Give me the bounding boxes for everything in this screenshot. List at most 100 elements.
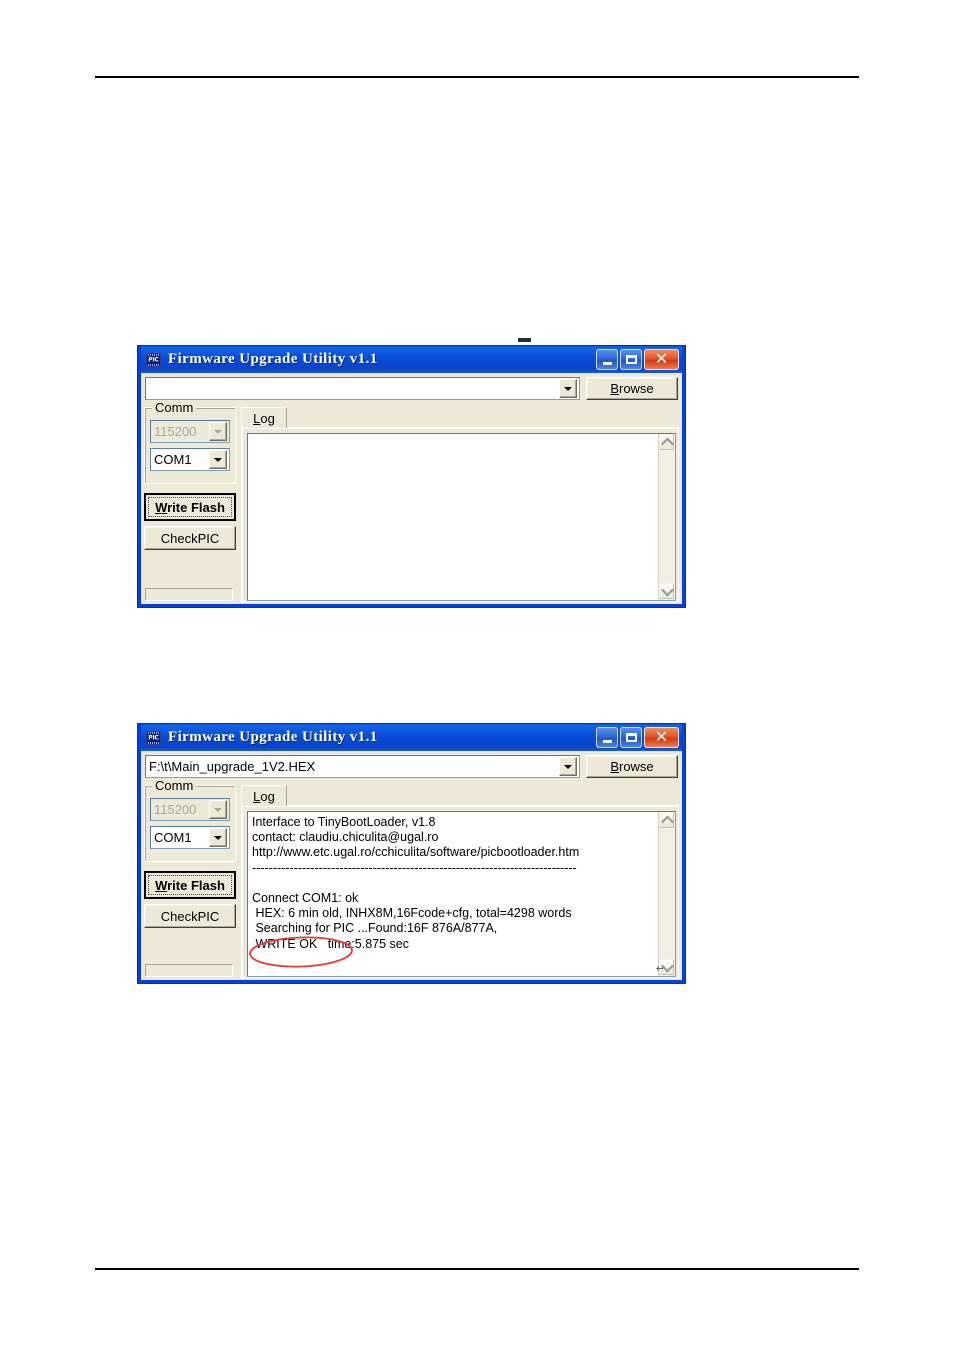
title-bar[interactable]: PIC Firmware Upgrade Utility v1.1 ✕ bbox=[141, 346, 682, 373]
close-button[interactable]: ✕ bbox=[644, 727, 679, 748]
comport-value: COM1 bbox=[154, 830, 192, 845]
comport-value: COM1 bbox=[154, 452, 192, 467]
progress-bar bbox=[145, 588, 233, 601]
left-control-column: Comm 115200 COM1 Write Flash CheckPIC bbox=[144, 779, 236, 978]
checkpic-button-label: CheckPIC bbox=[160, 530, 220, 546]
minimize-button[interactable] bbox=[596, 349, 618, 370]
baudrate-value: 115200 bbox=[154, 802, 197, 817]
log-panel: Log bbox=[241, 407, 679, 602]
close-icon: ✕ bbox=[654, 348, 669, 368]
chevron-up-icon bbox=[660, 437, 674, 451]
chevron-down-icon bbox=[214, 835, 222, 840]
progress-bar bbox=[145, 964, 233, 977]
firmware-upgrade-window-after[interactable]: PIC Firmware Upgrade Utility v1.1 ✕ F:\t… bbox=[137, 723, 686, 984]
title-bar-buttons: ✕ bbox=[596, 349, 680, 370]
comm-groupbox-title: Comm bbox=[152, 401, 197, 414]
log-text bbox=[248, 434, 658, 600]
hex-file-combo[interactable] bbox=[145, 377, 580, 400]
tab-log-label: Log bbox=[253, 788, 275, 804]
tab-log[interactable]: Log bbox=[241, 785, 287, 806]
close-button[interactable]: ✕ bbox=[644, 349, 679, 370]
pic-icon-label: PIC bbox=[148, 734, 159, 741]
main-panels: Comm 115200 COM1 Write Flash CheckPIC Lo… bbox=[144, 401, 679, 602]
tab-log[interactable]: Log bbox=[241, 407, 287, 428]
browse-button[interactable]: Browse bbox=[586, 377, 678, 400]
file-selection-row: Browse bbox=[144, 376, 679, 402]
scroll-down-button[interactable] bbox=[659, 583, 675, 600]
window-title: Firmware Upgrade Utility v1.1 bbox=[168, 729, 378, 745]
scroll-up-button[interactable] bbox=[659, 434, 675, 451]
write-flash-button-label: Write Flash bbox=[155, 877, 225, 893]
comport-combo[interactable]: COM1 bbox=[150, 448, 230, 471]
tab-strip-filler bbox=[287, 408, 679, 428]
log-scrollbar[interactable] bbox=[658, 812, 675, 976]
tab-strip-filler bbox=[287, 786, 679, 806]
chevron-up-icon bbox=[660, 815, 674, 829]
pic-icon-label: PIC bbox=[148, 356, 159, 363]
minimize-button[interactable] bbox=[596, 727, 618, 748]
tab-strip: Log bbox=[241, 407, 679, 428]
page-footer-rule bbox=[95, 1268, 859, 1270]
left-control-column: Comm 115200 COM1 Write Flash CheckPIC bbox=[144, 401, 236, 602]
chevron-down-icon bbox=[564, 764, 572, 769]
baudrate-dropdown-button[interactable] bbox=[209, 800, 227, 819]
comport-dropdown-button[interactable] bbox=[209, 450, 227, 469]
baudrate-combo[interactable]: 115200 bbox=[150, 420, 230, 443]
main-panels: Comm 115200 COM1 Write Flash CheckPIC Lo… bbox=[144, 779, 679, 978]
file-selection-row: F:\t\Main_upgrade_1V2.HEX Browse bbox=[144, 754, 679, 780]
chevron-down-icon bbox=[214, 457, 222, 462]
hex-file-value: F:\t\Main_upgrade_1V2.HEX bbox=[149, 759, 316, 774]
checkpic-button[interactable]: CheckPIC bbox=[144, 904, 236, 928]
firmware-upgrade-window-before[interactable]: PIC Firmware Upgrade Utility v1.1 ✕ Brow… bbox=[137, 345, 686, 608]
baudrate-dropdown-button[interactable] bbox=[209, 422, 227, 441]
minimize-icon bbox=[602, 361, 612, 365]
tab-log-label: Log bbox=[253, 410, 275, 426]
title-bar-buttons: ✕ bbox=[596, 727, 680, 748]
write-flash-button[interactable]: Write Flash bbox=[144, 871, 236, 899]
maximize-button[interactable] bbox=[620, 727, 642, 748]
comm-groupbox: Comm 115200 COM1 bbox=[144, 779, 236, 862]
chevron-down-icon bbox=[660, 583, 674, 597]
tab-strip: Log bbox=[241, 785, 679, 806]
minimize-icon bbox=[602, 739, 612, 743]
title-bar[interactable]: PIC Firmware Upgrade Utility v1.1 ✕ bbox=[141, 724, 682, 751]
chevron-down-icon bbox=[214, 429, 222, 434]
browse-button-label: Browse bbox=[610, 759, 654, 774]
chevron-down-icon bbox=[214, 807, 222, 812]
baudrate-combo[interactable]: 115200 bbox=[150, 798, 230, 821]
checkpic-button-label: CheckPIC bbox=[160, 908, 220, 924]
maximize-icon bbox=[625, 355, 637, 364]
title-bar-left: PIC Firmware Upgrade Utility v1.1 bbox=[146, 351, 596, 368]
write-flash-button[interactable]: Write Flash bbox=[144, 493, 236, 521]
scan-artifact bbox=[518, 338, 531, 342]
comm-groupbox-title: Comm bbox=[152, 779, 197, 792]
checkpic-button[interactable]: CheckPIC bbox=[144, 526, 236, 550]
log-textbox[interactable] bbox=[247, 433, 676, 601]
baudrate-value: 115200 bbox=[154, 424, 197, 439]
browse-button[interactable]: Browse bbox=[586, 755, 678, 778]
hex-file-combo[interactable]: F:\t\Main_upgrade_1V2.HEX bbox=[145, 755, 580, 778]
pic-chip-icon: PIC bbox=[146, 730, 161, 745]
log-scrollbar[interactable] bbox=[658, 434, 675, 600]
log-textbox[interactable]: Interface to TinyBootLoader, v1.8 contac… bbox=[247, 811, 676, 977]
scroll-up-button[interactable] bbox=[659, 812, 675, 829]
tab-page-log bbox=[241, 428, 679, 602]
window-title: Firmware Upgrade Utility v1.1 bbox=[168, 351, 378, 367]
chevron-down-icon bbox=[564, 386, 572, 391]
browse-button-label: Browse bbox=[610, 381, 654, 396]
title-bar-left: PIC Firmware Upgrade Utility v1.1 bbox=[146, 729, 596, 746]
page-header-rule bbox=[95, 76, 859, 78]
comm-groupbox: Comm 115200 COM1 bbox=[144, 401, 236, 484]
window-client-area: F:\t\Main_upgrade_1V2.HEX Browse Comm 11… bbox=[141, 751, 682, 980]
comport-dropdown-button[interactable] bbox=[209, 828, 227, 847]
log-text: Interface to TinyBootLoader, v1.8 contac… bbox=[252, 815, 580, 951]
write-flash-button-label: Write Flash bbox=[155, 499, 225, 515]
hex-file-dropdown-button[interactable] bbox=[559, 379, 577, 398]
maximize-icon bbox=[625, 733, 637, 742]
maximize-button[interactable] bbox=[620, 349, 642, 370]
tab-page-log: Interface to TinyBootLoader, v1.8 contac… bbox=[241, 806, 679, 978]
hex-file-dropdown-button[interactable] bbox=[559, 757, 577, 776]
comport-combo[interactable]: COM1 bbox=[150, 826, 230, 849]
close-icon: ✕ bbox=[654, 726, 669, 746]
window-client-area: Browse Comm 115200 COM1 Write Flash Chec… bbox=[141, 373, 682, 604]
